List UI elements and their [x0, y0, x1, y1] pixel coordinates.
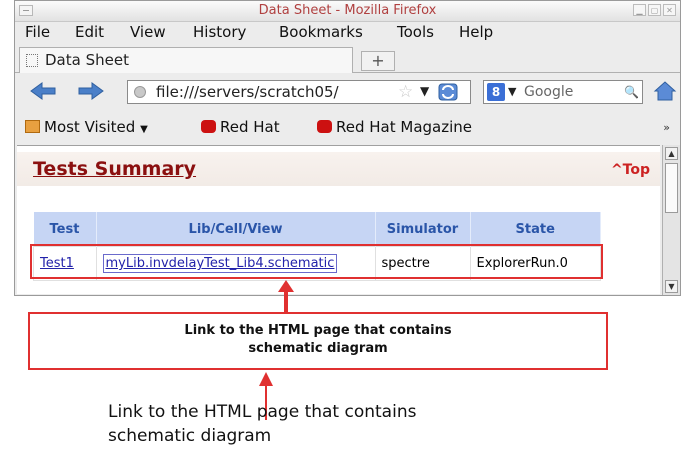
minimize-icon[interactable]: ▁ — [633, 4, 646, 16]
menu-history[interactable]: History — [193, 23, 246, 41]
scroll-thumb[interactable] — [665, 163, 678, 213]
google-engine-icon[interactable]: 8 — [487, 83, 505, 101]
forward-arrow-icon[interactable] — [77, 81, 105, 101]
tab-label: Data Sheet — [45, 51, 129, 69]
url-dropdown-icon[interactable]: ▼ — [420, 84, 429, 98]
home-icon[interactable] — [653, 79, 677, 103]
navigation-bar: file:///servers/scratch05/ ☆ ▼ 8 ▼ Googl… — [15, 73, 680, 111]
vertical-scrollbar[interactable]: ▲ ▼ — [662, 145, 680, 295]
column-header: Lib/Cell/View — [96, 212, 376, 247]
redhat-icon — [201, 120, 216, 133]
bookmark-red-hat-magazine[interactable]: Red Hat Magazine — [317, 118, 472, 136]
bookmark-label: Red Hat Magazine — [336, 118, 473, 136]
tab-strip: Data Sheet + — [15, 45, 680, 73]
menu-view[interactable]: View — [130, 23, 166, 41]
caption-text: Link to the HTML page that contains sche… — [108, 402, 417, 446]
menu-tools[interactable]: Tools — [397, 23, 434, 41]
url-text[interactable]: file:///servers/scratch05/ — [156, 83, 374, 101]
bookmark-most-visited[interactable]: Most Visited ▼ — [25, 118, 148, 136]
callout-box: Link to the HTML page that contains sche… — [28, 312, 608, 370]
folder-icon — [25, 120, 40, 133]
top-link[interactable]: ^Top — [611, 162, 650, 178]
section-header: Tests Summary ^Top — [17, 152, 660, 186]
bookmark-red-hat[interactable]: Red Hat — [201, 118, 280, 136]
callout-text: Link to the HTML page that contains sche… — [184, 323, 452, 356]
bookmark-star-icon[interactable]: ☆ — [398, 82, 413, 102]
tab-data-sheet[interactable]: Data Sheet — [19, 47, 353, 73]
menu-bookmarks[interactable]: Bookmarks — [279, 23, 363, 41]
close-icon[interactable]: ✕ — [663, 4, 676, 16]
menu-bar: File Edit View History Bookmarks Tools H… — [15, 21, 680, 43]
bookmarks-overflow-icon[interactable]: » — [663, 121, 670, 134]
globe-icon — [134, 86, 146, 98]
scroll-down-icon[interactable]: ▼ — [665, 280, 678, 293]
redhat-icon — [317, 120, 332, 133]
title-bar: Data Sheet - Mozilla Firefox ▁ ▢ ✕ — [15, 1, 680, 22]
column-header: Simulator — [375, 212, 471, 247]
new-tab-button[interactable]: + — [361, 51, 395, 71]
column-header: Test — [33, 212, 97, 247]
url-bar[interactable]: file:///servers/scratch05/ ☆ ▼ — [127, 80, 471, 104]
maximize-icon[interactable]: ▢ — [648, 4, 661, 16]
binoculars-icon[interactable]: 🔍 — [624, 85, 639, 99]
column-header: State — [470, 212, 601, 247]
bookmark-label: Red Hat — [220, 118, 280, 136]
page-icon — [26, 54, 38, 67]
menu-file[interactable]: File — [25, 23, 50, 41]
reload-icon[interactable] — [438, 83, 458, 101]
search-bar[interactable]: 8 ▼ Google 🔍 — [483, 80, 643, 104]
engine-dropdown-icon[interactable]: ▼ — [508, 85, 516, 98]
section-title: Tests Summary — [33, 158, 197, 180]
scroll-up-icon[interactable]: ▲ — [665, 147, 678, 160]
menu-help[interactable]: Help — [459, 23, 493, 41]
table-header-row: Test Lib/Cell/View Simulator State — [33, 212, 601, 247]
chevron-down-icon: ▼ — [140, 124, 148, 135]
row-highlight-box — [30, 244, 603, 279]
menu-edit[interactable]: Edit — [75, 23, 104, 41]
back-arrow-icon[interactable] — [29, 81, 57, 101]
search-input[interactable]: Google — [524, 84, 573, 100]
bookmarks-toolbar: Most Visited ▼ Red Hat Red Hat Magazine … — [15, 113, 680, 141]
window-title: Data Sheet - Mozilla Firefox — [258, 3, 437, 18]
bookmark-label: Most Visited — [44, 118, 136, 136]
